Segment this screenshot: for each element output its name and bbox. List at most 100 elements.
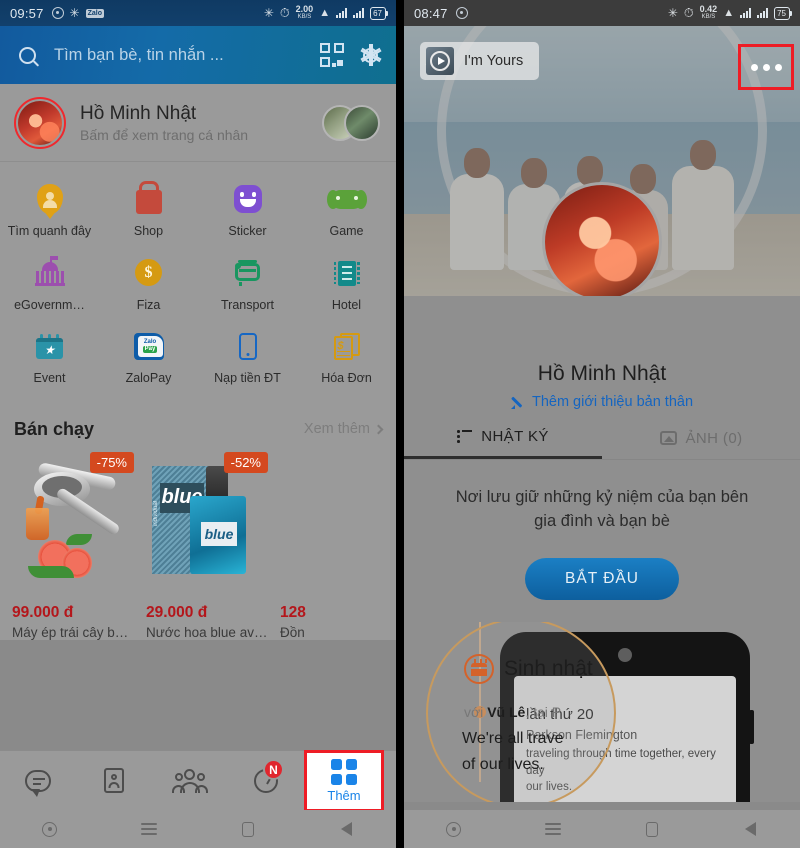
product-list: -75% 99.000 đ Máy ép trái cây bằng ta… -… <box>0 447 396 640</box>
product-card[interactable]: -52% individual blue blue 29.000 đ Nước ho… <box>146 448 268 640</box>
grid-item-egovernment[interactable]: eGovernm… <box>0 250 99 324</box>
tab-anh[interactable]: ẢNH (0) <box>602 428 800 459</box>
home-square-icon[interactable] <box>228 817 268 841</box>
gamepad-icon <box>326 182 367 216</box>
home-square-icon[interactable] <box>632 817 672 841</box>
bestseller-header: Bán chạy Xem thêm <box>0 404 396 448</box>
nav-item-timeline[interactable]: N <box>228 751 304 810</box>
avatar[interactable] <box>542 182 662 296</box>
panel-divider <box>396 0 404 848</box>
product-card[interactable]: 128 Đồn <box>280 448 396 640</box>
birthday-title: Sinh nhật <box>504 656 593 680</box>
birthday-sub-prefix: với <box>464 703 488 720</box>
birthday-heading: Sinh nhật <box>464 653 593 684</box>
grid-item-label: Tìm quanh đây <box>7 224 92 238</box>
qr-code-icon[interactable] <box>320 43 344 67</box>
wifi-icon: ▲ <box>319 7 331 19</box>
nav-item-messages[interactable] <box>0 751 76 810</box>
calendar-star-icon: ★ <box>33 329 67 363</box>
product-name: Đồn <box>280 624 305 640</box>
play-button-icon[interactable] <box>426 47 454 75</box>
grid-item-label: Nạp tiền ĐT <box>214 371 281 386</box>
grid-item-label: ZaloPay <box>125 371 172 386</box>
signal-icon <box>740 8 752 18</box>
profile-name: Hồ Minh Nhật <box>80 102 197 124</box>
product-name: Nước hoa blue avon na… <box>146 624 268 640</box>
android-nav-bar-right <box>404 810 800 848</box>
add-bio-label: Thêm giới thiệu bản thân <box>531 394 694 410</box>
search-header-bar: Tìm bạn bè, tin nhắn ... <box>0 26 396 84</box>
search-icon[interactable] <box>14 42 40 68</box>
grid-item-transport[interactable]: Transport <box>198 250 297 324</box>
back-triangle-icon[interactable] <box>731 817 771 841</box>
promo-illustration: lần thứ 20 Parkson Flemington traveling … <box>404 621 800 802</box>
music-chip[interactable]: I'm Yours <box>420 42 540 80</box>
contact-card-icon <box>104 768 124 793</box>
gear-icon[interactable] <box>358 43 382 67</box>
grid-item-game[interactable]: Game <box>297 176 396 250</box>
back-triangle-icon[interactable] <box>327 817 367 841</box>
chat-bubble-icon <box>25 769 51 797</box>
chevron-right-icon <box>373 424 384 435</box>
bus-icon <box>231 256 265 290</box>
profile-row[interactable]: Hồ Minh Nhật Bấm để xem trang cá nhân <box>0 84 396 162</box>
more-options-icon[interactable] <box>738 44 794 90</box>
profile-body: Hồ Minh Nhật Thêm giới thiệu bản thân NH… <box>404 296 800 802</box>
camera-icon <box>455 7 468 19</box>
tab-label: NHẬT KÝ <box>481 428 549 445</box>
empty-state-line-1: Nơi lưu giữ những kỷ niệm của bạn bên <box>455 488 749 506</box>
grid-item-event[interactable]: ★ Event <box>0 323 99 397</box>
zalo-icon: Zalo <box>85 8 104 18</box>
product-card[interactable]: -75% 99.000 đ Máy ép trái cây bằng ta… <box>12 448 134 640</box>
grid-item-label: Transport <box>220 297 275 312</box>
cover-photo[interactable]: I'm Yours <box>404 26 800 296</box>
android-nav-bar-left <box>0 810 396 848</box>
zalopay-icon: Zalo Pay <box>132 329 166 363</box>
grid-item-fiza[interactable]: $ Fiza <box>99 250 198 324</box>
nav-item-label: Thêm <box>327 787 361 803</box>
bluetooth-icon: ✳ <box>263 6 274 20</box>
menu-icon[interactable] <box>129 817 169 841</box>
search-input[interactable]: Tìm bạn bè, tin nhắn ... <box>54 46 306 65</box>
grid-item-nap-tien[interactable]: Nạp tiền ĐT <box>198 323 297 397</box>
grid-item-hotel[interactable]: Hotel <box>297 250 396 324</box>
avatar[interactable] <box>14 96 66 149</box>
nav-item-contacts[interactable] <box>76 751 152 810</box>
sticker-smiley-icon <box>231 182 265 216</box>
grid-item-sticker[interactable]: Sticker <box>198 176 297 250</box>
grid-item-label: Fiza <box>136 297 161 312</box>
assistant-dot-icon[interactable] <box>30 817 70 841</box>
left-phone-screen: 09:57 ✳ Zalo ✳ ⏱ 2.00 KB/S ▲ 67 Tìm bạn … <box>0 0 396 848</box>
story-thumbnails[interactable] <box>322 103 382 143</box>
empty-state-line-2: gia đình và bạn bè <box>534 511 670 530</box>
product-price: 128 <box>280 603 306 621</box>
bluetooth-icon: ✳ <box>667 6 678 20</box>
page-title: Hồ Minh Nhật <box>537 362 667 385</box>
empty-state: Nơi lưu giữ những kỷ niệm của bạn bên gi… <box>404 460 800 600</box>
signal-icon <box>757 8 769 18</box>
see-more-label: Xem thêm <box>303 421 370 438</box>
tab-nhat-ky[interactable]: NHẬT KÝ <box>404 428 602 459</box>
status-time: 09:57 <box>10 5 44 21</box>
see-more-link[interactable]: Xem thêm <box>303 421 384 438</box>
data-rate-indicator: 0.42 KB/S <box>700 5 718 21</box>
grid-item-shop[interactable]: Shop <box>99 176 198 250</box>
wifi-icon: ▲ <box>723 7 735 19</box>
government-building-icon <box>33 255 67 290</box>
mobile-phone-icon <box>231 329 265 363</box>
shopping-bag-icon <box>132 182 166 216</box>
data-rate-unit: KB/S <box>297 14 312 20</box>
add-bio-link[interactable]: Thêm giới thiệu bản thân <box>404 394 800 410</box>
nav-item-more[interactable]: Thêm <box>304 749 384 812</box>
menu-icon[interactable] <box>533 817 573 841</box>
grid-item-hoa-don[interactable]: $ Hóa Đơn <box>297 323 396 397</box>
grid-item-tim-quanh-day[interactable]: Tìm quanh đây <box>0 176 99 250</box>
data-rate-value: 0.42 <box>699 4 718 14</box>
assistant-dot-icon[interactable] <box>434 817 474 841</box>
alarm-icon: ⏱ <box>279 5 290 20</box>
birthday-sub-suffix: , tại P <box>525 703 562 720</box>
start-button[interactable]: BẮT ĐẦU <box>525 557 679 600</box>
nav-item-groups[interactable] <box>152 751 228 810</box>
grid-item-zalopay[interactable]: Zalo Pay ZaloPay <box>99 323 198 397</box>
more-grid-icon <box>331 758 357 785</box>
